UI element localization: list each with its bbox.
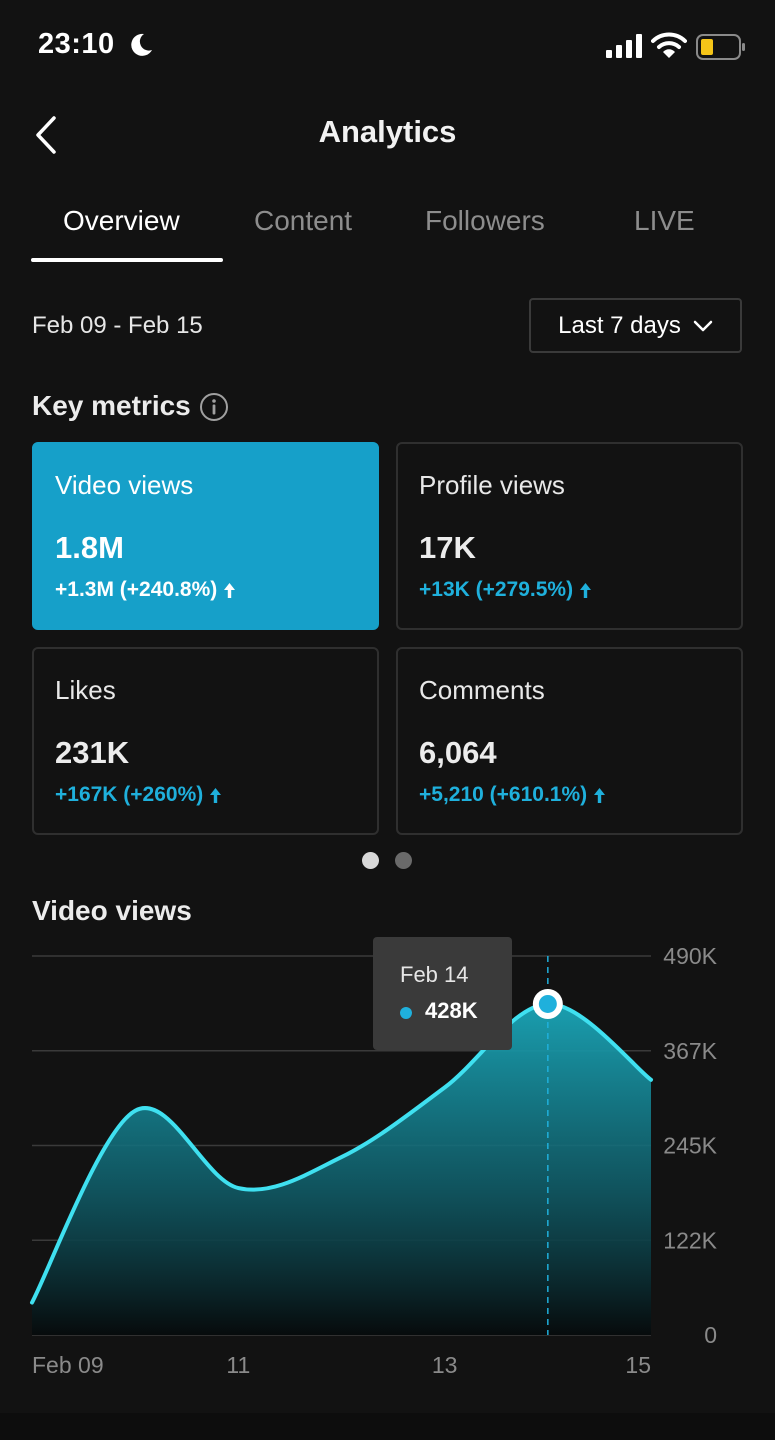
metric-change: +13K (+279.5%) [419, 578, 592, 602]
x-tick-label: 13 [432, 1352, 458, 1378]
chart-area-fill [32, 1003, 651, 1335]
y-tick-label: 367K [663, 1038, 717, 1064]
metric-card-likes[interactable]: Likes 231K +167K (+260%) [32, 647, 379, 835]
active-tab-indicator [31, 258, 223, 262]
pager-dot[interactable] [395, 852, 412, 869]
y-tick-label: 490K [663, 943, 717, 969]
metric-change: +5,210 (+610.1%) [419, 783, 606, 807]
pager-dot-active[interactable] [362, 852, 379, 869]
metric-change: +1.3M (+240.8%) [55, 578, 236, 602]
metric-card-profile-views[interactable]: Profile views 17K +13K (+279.5%) [396, 442, 743, 630]
metric-label: Comments [419, 675, 545, 705]
chart-title: Video views [32, 895, 192, 926]
signal-icon [606, 34, 642, 58]
tooltip-value: 428K [425, 998, 478, 1023]
y-tick-label: 0 [704, 1322, 717, 1348]
tab-overview[interactable]: Overview [63, 205, 180, 237]
metric-change-text: +1.3M (+240.8%) [55, 578, 218, 601]
key-metrics-title: Key metrics [32, 390, 191, 421]
metric-card-comments[interactable]: Comments 6,064 +5,210 (+610.1%) [396, 647, 743, 835]
x-tick-label: 15 [625, 1352, 651, 1378]
metric-value: 6,064 [419, 735, 497, 770]
arrow-up-icon [580, 582, 592, 598]
metric-value: 1.8M [55, 530, 124, 565]
metric-value: 17K [419, 530, 476, 565]
moon-icon [131, 33, 152, 56]
metric-label: Video views [55, 470, 194, 500]
metric-label: Likes [55, 675, 116, 705]
metric-value: 231K [55, 735, 130, 770]
tab-content[interactable]: Content [254, 205, 352, 237]
y-tick-label: 245K [663, 1133, 717, 1159]
tab-followers[interactable]: Followers [425, 205, 545, 237]
arrow-up-icon [210, 787, 222, 803]
date-range: Feb 09 - Feb 15 [32, 312, 203, 339]
arrow-up-icon [224, 582, 236, 598]
metric-change-text: +167K (+260%) [55, 783, 204, 806]
arrow-up-icon [594, 787, 606, 803]
info-icon[interactable] [199, 392, 229, 422]
chevron-down-icon [693, 320, 713, 331]
bottom-safe-area [0, 1413, 775, 1440]
metric-change-text: +13K (+279.5%) [419, 578, 574, 601]
x-tick-label: 11 [226, 1352, 250, 1378]
date-range-dropdown-label: Last 7 days [558, 311, 681, 339]
x-tick-label: Feb 09 [32, 1352, 104, 1378]
metric-change: +167K (+260%) [55, 783, 222, 807]
wifi-icon [651, 32, 687, 58]
chart-tooltip: Feb 14 428K [373, 937, 512, 1050]
analytics-screen: 23:10 Analytics Overview Content Followe… [0, 0, 775, 1440]
status-time: 23:10 [38, 28, 115, 60]
page-title: Analytics [318, 114, 457, 149]
tab-live[interactable]: LIVE [634, 205, 695, 237]
y-tick-label: 122K [663, 1227, 717, 1253]
metric-label: Profile views [419, 470, 565, 500]
date-range-dropdown[interactable]: Last 7 days [529, 298, 742, 353]
metric-card-video-views[interactable]: Video views 1.8M +1.3M (+240.8%) [32, 442, 379, 630]
highlight-marker-inner [538, 994, 557, 1013]
metric-change-text: +5,210 (+610.1%) [419, 783, 588, 806]
tooltip-date: Feb 14 [400, 962, 469, 987]
tooltip-series-dot [400, 1007, 412, 1019]
battery-icon [696, 34, 745, 60]
